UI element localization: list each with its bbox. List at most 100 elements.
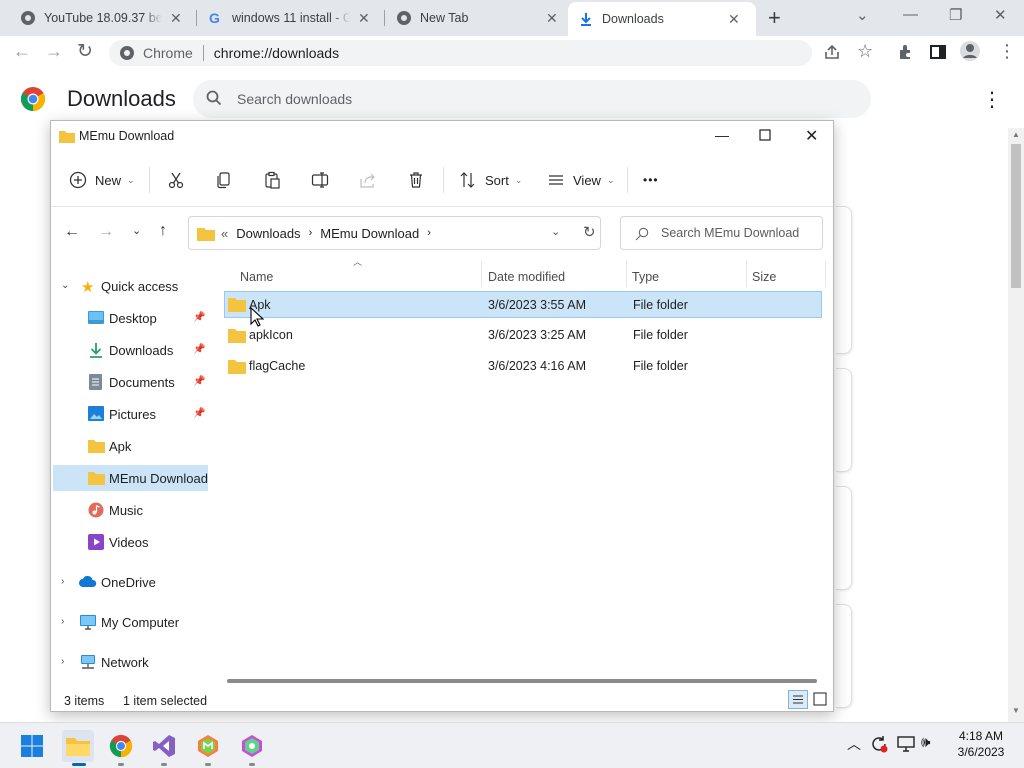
- memu-multi-taskbar-icon[interactable]: [238, 732, 266, 760]
- tab-new-tab[interactable]: New Tab ✕: [386, 4, 568, 32]
- network-icon[interactable]: [897, 736, 915, 752]
- file-row-apkicon[interactable]: apkIcon 3/6/2023 3:25 AM File folder: [224, 322, 822, 349]
- chevron-right-icon[interactable]: ›: [61, 616, 64, 627]
- nav-label: Music: [109, 503, 143, 518]
- sync-icon[interactable]: [870, 735, 888, 753]
- tab-search-icon[interactable]: ⌄: [856, 6, 869, 24]
- rename-icon[interactable]: [311, 167, 329, 193]
- explorer-search-input[interactable]: Search MEmu Download: [620, 216, 823, 250]
- nav-item-downloads[interactable]: Downloads 📌: [51, 337, 209, 363]
- chrome-taskbar-icon[interactable]: [107, 732, 135, 760]
- page-scrollbar[interactable]: ▲ ▼: [1008, 128, 1024, 722]
- extensions-icon[interactable]: [897, 43, 915, 61]
- back-icon[interactable]: ←: [13, 41, 31, 62]
- explorer-titlebar[interactable]: MEmu Download — ✕: [51, 121, 833, 153]
- minimize-icon[interactable]: —: [715, 127, 729, 143]
- chevron-down-icon[interactable]: ⌄: [61, 280, 69, 291]
- nav-item-desktop[interactable]: Desktop 📌: [51, 305, 209, 331]
- breadcrumb-overflow[interactable]: «: [221, 226, 228, 241]
- new-button[interactable]: New ⌄: [69, 167, 135, 193]
- close-window-icon[interactable]: ✕: [805, 126, 818, 146]
- restore-icon[interactable]: ❐: [949, 6, 962, 24]
- bookmark-star-icon[interactable]: ☆: [857, 41, 873, 62]
- windows-start-icon[interactable]: [18, 732, 46, 760]
- reload-icon[interactable]: ↻: [77, 40, 93, 63]
- up-arrow-icon[interactable]: ↑: [159, 222, 167, 240]
- new-tab-button[interactable]: +: [768, 5, 781, 31]
- large-icons-view-icon[interactable]: [813, 692, 827, 706]
- nav-item-documents[interactable]: Documents 📌: [51, 369, 209, 395]
- memu-taskbar-icon[interactable]: [194, 732, 222, 760]
- chevron-right-icon[interactable]: ›: [309, 227, 313, 239]
- share-icon[interactable]: [823, 43, 841, 61]
- downloads-search-input[interactable]: Search downloads: [193, 80, 871, 118]
- more-options-button[interactable]: •••: [643, 167, 659, 193]
- close-tab-icon[interactable]: ✕: [358, 10, 370, 27]
- details-view-icon[interactable]: [788, 690, 808, 709]
- nav-item-onedrive[interactable]: › OneDrive: [51, 569, 209, 595]
- close-tab-icon[interactable]: ✕: [170, 10, 182, 27]
- tab-google-search[interactable]: G windows 11 install - Go ✕: [198, 4, 380, 32]
- omnibox-url[interactable]: chrome://downloads: [214, 45, 339, 61]
- chevron-right-icon[interactable]: ›: [61, 656, 64, 667]
- nav-item-pictures[interactable]: Pictures 📌: [51, 401, 209, 427]
- chrome-menu-icon[interactable]: ⋮: [998, 41, 1016, 62]
- back-icon[interactable]: ←: [64, 223, 80, 241]
- forward-icon[interactable]: →: [98, 223, 114, 241]
- paste-icon[interactable]: [263, 167, 281, 193]
- refresh-icon[interactable]: ↻: [583, 223, 596, 241]
- breadcrumb-downloads[interactable]: Downloads: [236, 226, 300, 241]
- close-window-icon[interactable]: ✕: [994, 6, 1007, 24]
- visual-studio-taskbar-icon[interactable]: [150, 732, 178, 760]
- nav-item-memu-download[interactable]: MEmu Download: [53, 465, 208, 491]
- download-card: [836, 368, 852, 472]
- file-row-apk[interactable]: Apk 3/6/2023 3:55 AM File folder: [224, 291, 822, 318]
- nav-item-apk[interactable]: Apk: [51, 433, 209, 459]
- forward-icon[interactable]: →: [45, 41, 63, 62]
- nav-item-videos[interactable]: Videos: [51, 529, 209, 555]
- nav-quick-access[interactable]: ⌄ ★ Quick access: [51, 273, 209, 299]
- file-row-flagcache[interactable]: flagCache 3/6/2023 4:16 AM File folder: [224, 353, 822, 380]
- chevron-right-icon[interactable]: ›: [61, 576, 64, 587]
- address-history-icon[interactable]: ⌄: [551, 225, 560, 238]
- sort-button[interactable]: Sort ⌄: [459, 167, 522, 193]
- tab-title: YouTube 18.09.37 beta: [44, 11, 162, 25]
- nav-item-music[interactable]: Music: [51, 497, 209, 523]
- recent-locations-icon[interactable]: ⌄: [132, 224, 141, 237]
- tab-youtube[interactable]: YouTube 18.09.37 beta ✕: [10, 4, 192, 32]
- chrome-icon: [119, 45, 135, 61]
- column-header-name[interactable]: Name: [240, 265, 273, 289]
- file-type: File folder: [633, 328, 688, 342]
- horizontal-scrollbar[interactable]: [227, 679, 817, 683]
- minimize-icon[interactable]: —: [903, 6, 918, 23]
- view-button[interactable]: View ⌄: [547, 167, 615, 193]
- file-date: 3/6/2023 4:16 AM: [488, 359, 586, 373]
- new-label: New: [95, 172, 122, 188]
- pin-icon: 📌: [193, 344, 206, 355]
- copy-icon[interactable]: [215, 167, 233, 193]
- clock-time: 4:18 AM: [958, 729, 1004, 743]
- cut-icon[interactable]: [167, 167, 185, 193]
- nav-item-network[interactable]: › Network: [51, 649, 209, 675]
- breadcrumb-memu-download[interactable]: MEmu Download: [320, 226, 419, 241]
- maximize-icon[interactable]: [759, 129, 771, 141]
- column-header-date-modified[interactable]: Date modified: [488, 265, 565, 289]
- nav-item-my-computer[interactable]: › My Computer: [51, 609, 209, 635]
- side-panel-icon[interactable]: [929, 43, 947, 61]
- column-header-type[interactable]: Type: [632, 265, 659, 289]
- omnibox[interactable]: Chrome chrome://downloads: [109, 40, 812, 66]
- chevron-right-icon[interactable]: ›: [427, 227, 431, 239]
- show-hidden-icons-chevron-up-icon[interactable]: ︿: [847, 734, 861, 754]
- clock[interactable]: 4:18 AM 3/6/2023: [948, 728, 1014, 760]
- tab-downloads[interactable]: Downloads ✕: [568, 2, 756, 36]
- downloads-menu-icon[interactable]: ⋮: [982, 87, 1002, 112]
- close-tab-icon[interactable]: ✕: [546, 10, 558, 27]
- profile-avatar-icon[interactable]: [959, 40, 981, 62]
- volume-icon[interactable]: 🕪: [921, 734, 930, 751]
- delete-icon[interactable]: [407, 167, 425, 193]
- share-icon[interactable]: [359, 167, 377, 193]
- file-explorer-taskbar-icon[interactable]: [62, 730, 94, 762]
- column-header-size[interactable]: Size: [752, 265, 776, 289]
- close-tab-icon[interactable]: ✕: [728, 11, 740, 28]
- address-bar[interactable]: « Downloads › MEmu Download › ⌄ ↻: [188, 216, 601, 250]
